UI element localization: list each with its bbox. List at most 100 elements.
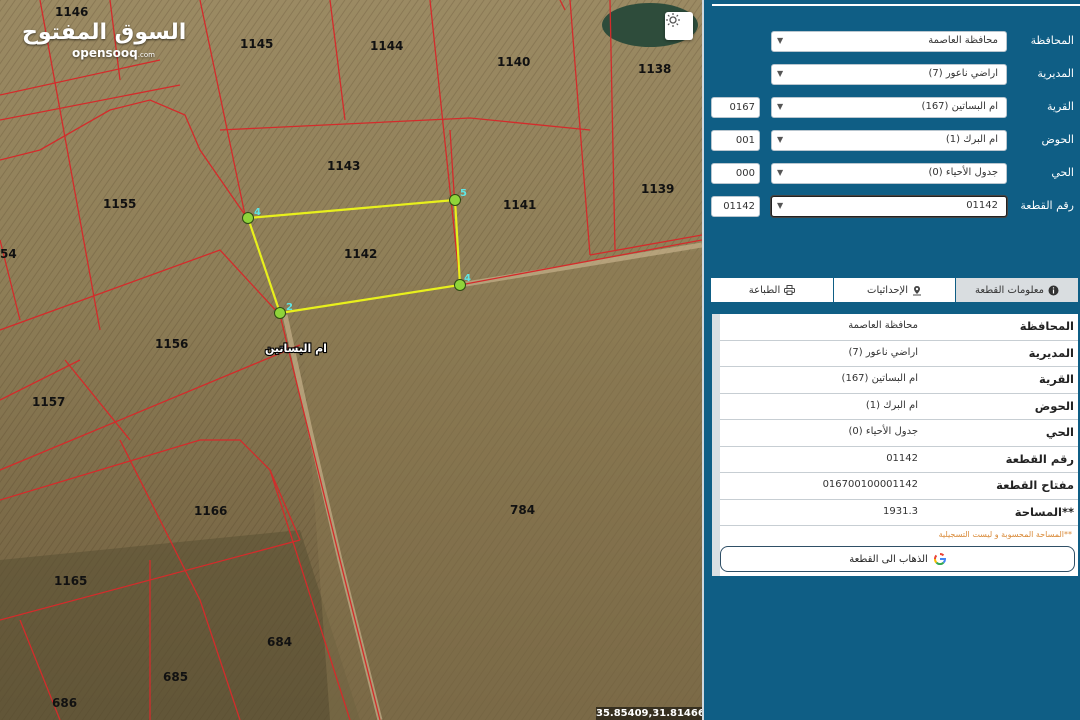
parcel-number: 685 [163,670,188,684]
opensooq-logo: السوق المفتوح opensooq.com [22,20,186,60]
parcel-search-panel: ▼ محافظة العاصمة المحافظة ▼ اراضي ناعور … [702,0,1080,720]
parcel-number: 1157 [32,395,65,409]
village-row: 0167 ▼ ام البساتين (167) القرية [704,96,1080,120]
basemap-toggle-button[interactable] [665,12,693,40]
cursor-coordinates: 35.85409,31.81466 [596,707,702,720]
parcel-number: 684 [267,635,292,649]
dark-field [0,530,360,720]
tab-bar: معلومات القطعة الإحداثيات الطباعة [711,278,1078,302]
info-value: جدول الأحياء (0) [848,426,919,437]
parcel-number: 1140 [497,55,530,69]
parcel-number-selected[interactable]: 1142 [344,247,377,261]
info-value: 1931.3 [883,505,918,517]
vertex-label: 5 [460,188,467,199]
governorate-row: ▼ محافظة العاصمة المحافظة [704,30,1080,54]
logo-english-name: opensooq [72,46,138,60]
pin-icon [912,285,921,295]
go-to-parcel-label: الذهاب الى القطعة [849,553,928,565]
governorate-select[interactable]: ▼ محافظة العاصمة [771,31,1007,52]
parcel-number: 1139 [641,182,674,196]
scroll-track[interactable] [712,314,720,576]
parcel-number: 1141 [503,198,536,212]
info-value: 016700100001142 [822,479,918,490]
village-label: ام البساتين [265,342,327,355]
dropdown-caret-icon: ▼ [777,102,784,111]
basin-label: الحوض [1041,133,1075,146]
tab-print-label: الطباعة [748,284,781,296]
neighborhood-value: جدول الأحياء (0) [928,167,999,178]
info-key: الحي [1045,425,1074,439]
info-key: المحافظة [1019,319,1074,333]
parcel-number: 1145 [240,37,273,51]
neighborhood-row: 000 ▼ جدول الأحياء (0) الحي [704,162,1080,186]
info-row: المديرية اراضي ناعور (7) [720,341,1078,367]
neighborhood-code-input[interactable]: 000 [711,163,760,184]
parcel-vertex[interactable] [274,307,286,319]
basin-code-input[interactable]: 001 [711,130,760,151]
parcel-number: 1156 [155,337,188,351]
info-row: القرية ام البساتين (167) [720,367,1078,394]
parcel-info-table: المحافظة محافظة العاصمة المديرية اراضي ن… [712,314,1078,576]
info-value: 01142 [886,452,918,464]
directorate-row: ▼ اراضي ناعور (7) المديرية [704,63,1080,87]
neighborhood-select[interactable]: ▼ جدول الأحياء (0) [771,163,1007,184]
info-row: الحوض ام البرك (1) [720,394,1078,420]
parcel-number: 1146 [55,5,88,19]
parcel-number: 686 [52,696,77,710]
parcel-number: 1144 [370,39,403,53]
google-icon [933,553,946,565]
parcel-number-value: 01142 [966,200,998,211]
village-select[interactable]: ▼ ام البساتين (167) [771,97,1007,118]
printer-icon [784,285,796,295]
parcel-number: 1143 [327,159,360,173]
info-row: مفتاح القطعة 016700100001142 [720,473,1078,500]
logo-arabic: السوق المفتوح [22,20,187,45]
dropdown-caret-icon: ▼ [777,168,784,177]
tab-print[interactable]: الطباعة [711,278,833,302]
info-row: رقم القطعة 01142 [720,447,1078,473]
map-view[interactable]: 4 5 4 2 1146 1145 1144 1140 1138 1143 11… [0,0,702,720]
info-row: المحافظة محافظة العاصمة [720,314,1078,341]
logo-english: opensooq.com [22,46,186,60]
info-value: ام البرك (1) [865,399,918,411]
dropdown-caret-icon: ▼ [777,69,784,78]
info-key: رقم القطعة [1005,451,1074,466]
panel-divider [712,4,1080,6]
basin-value: ام البرك (1) [945,134,998,145]
info-value: ام البساتين (167) [841,373,918,384]
dropdown-caret-icon: ▼ [777,135,784,144]
neighborhood-label: الحي [1051,166,1074,179]
parcel-code-input[interactable]: 01142 [711,196,760,217]
tab-coordinates[interactable]: الإحداثيات [834,278,955,302]
tab-divider [833,278,834,302]
info-key: القرية [1039,372,1074,386]
parcel-number: 1165 [54,574,87,588]
parcel-vertex[interactable] [242,212,254,224]
parcel-number-label: رقم القطعة [1020,199,1074,212]
info-row: الحي جدول الأحياء (0) [720,420,1078,447]
tab-parcel-info-label: معلومات القطعة [975,284,1044,296]
map-canvas[interactable]: 4 5 4 2 1146 1145 1144 1140 1138 1143 11… [0,0,702,720]
info-key: **المساحة [1014,504,1074,519]
parcel-number-select[interactable]: ▼ 01142 [771,196,1007,217]
go-to-parcel-button[interactable]: الذهاب الى القطعة [720,546,1075,572]
vertex-label: 4 [254,207,261,218]
info-value: محافظة العاصمة [848,320,918,331]
tab-parcel-info[interactable]: معلومات القطعة [956,278,1078,302]
info-value: اراضي ناعور (7) [848,346,918,358]
parcel-number: 1138 [638,62,671,76]
app-window: 4 5 4 2 1146 1145 1144 1140 1138 1143 11… [0,0,1080,720]
basin-select[interactable]: ▼ ام البرك (1) [771,130,1007,151]
vertex-label: 2 [286,302,293,313]
parcel-vertex[interactable] [449,194,461,206]
directorate-select[interactable]: ▼ اراضي ناعور (7) [771,64,1007,85]
parcel-number: 1155 [103,197,136,211]
tab-divider [955,278,956,302]
basin-row: 001 ▼ ام البرك (1) الحوض [704,129,1080,153]
governorate-label: المحافظة [1030,34,1074,47]
info-row: **المساحة 1931.3 [720,500,1078,526]
village-code-input[interactable]: 0167 [711,97,760,118]
sun-icon [666,13,680,27]
directorate-label: المديرية [1037,67,1074,80]
dropdown-caret-icon: ▼ [777,36,784,45]
